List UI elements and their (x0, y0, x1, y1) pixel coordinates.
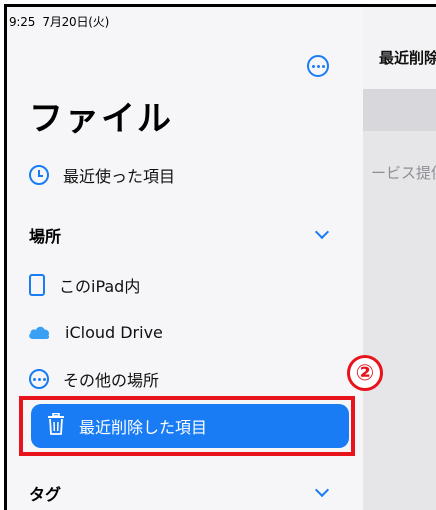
status-date: 7月20日(火) (42, 15, 110, 29)
chevron-down-icon[interactable] (314, 224, 330, 240)
sidebar-item-label: その他の場所 (63, 371, 160, 390)
clock-icon (29, 165, 49, 185)
ipad-screen: 最近削除し ービス提供 9:25 7月20日(火) ファイル 最近使った項目 場… (4, 4, 436, 510)
icloud-icon (27, 324, 51, 340)
highlight-annotation-box (19, 396, 355, 456)
sidebar: 9:25 7月20日(火) ファイル 最近使った項目 場所 このiPad内 iC… (7, 7, 363, 510)
sidebar-item-icloud[interactable]: iCloud Drive (27, 310, 345, 354)
sidebar-item-label: iCloud Drive (65, 322, 163, 342)
main-title: 最近削除し (379, 49, 436, 67)
sidebar-item-ipad[interactable]: このiPad内 (27, 263, 345, 307)
step-marker: ② (347, 355, 383, 391)
page-title: ファイル (29, 99, 173, 139)
ipad-icon (29, 274, 45, 296)
more-options-button[interactable] (307, 55, 329, 77)
tags-header: タグ (29, 485, 62, 504)
status-time: 9:25 (9, 15, 36, 29)
sidebar-item-label: このiPad内 (59, 277, 141, 296)
search-area[interactable] (363, 89, 436, 131)
main-toolbar: 最近削除し (363, 7, 436, 89)
chevron-down-icon[interactable] (314, 482, 330, 498)
sidebar-item-label: 最近使った項目 (63, 167, 176, 186)
main-content: 最近削除し ービス提供 (363, 7, 436, 510)
sidebar-item-other-locations[interactable]: その他の場所 (27, 357, 345, 401)
locations-header: 場所 (29, 227, 62, 246)
more-icon (29, 369, 49, 389)
status-bar: 9:25 7月20日(火) (9, 13, 109, 30)
sidebar-item-recents[interactable]: 最近使った項目 (27, 153, 345, 197)
main-info-text: ービス提供 (371, 164, 436, 182)
